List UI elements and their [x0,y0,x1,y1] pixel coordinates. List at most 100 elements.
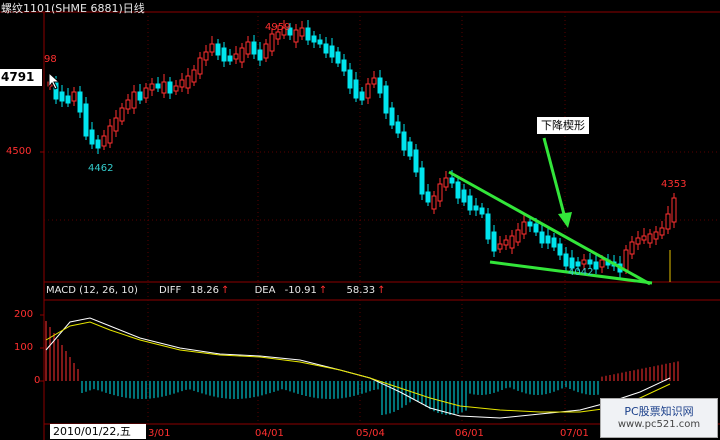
diff-label: DIFF [159,285,182,296]
candle-body [653,231,659,240]
candle-body [491,231,497,252]
cursor-date-box: 2010/01/22,五 [50,424,146,439]
candle-body [473,205,479,211]
candle-body [143,87,149,99]
candle-body [65,95,71,104]
macd-tick-0: 0 [34,375,41,386]
candle-body [401,131,407,151]
candle-body [323,43,329,54]
macd-dea-line [45,321,671,413]
candle-body [527,221,533,227]
candle-body [353,79,359,99]
candle-body [665,213,671,230]
candle-body [89,129,95,145]
dea-value: -10.91 [284,285,317,296]
candle-body [461,189,467,203]
macd-tick-200: 200 [14,309,34,320]
candle-body [437,183,443,202]
candle-body [311,35,317,43]
current-price-box: 4791 [0,69,42,86]
candle-body [83,103,89,137]
wedge-upper-line [448,170,651,286]
candle-body [539,231,545,244]
candles [47,20,677,278]
wedge-arrow-shaft [542,137,568,223]
macd-diff-line [45,317,671,419]
candle-body [221,47,227,62]
candle-body [497,243,503,250]
candle-body [197,57,203,75]
candle-body [515,229,521,243]
candle-body [59,91,65,102]
candle-body [77,91,83,113]
candle-body [383,85,389,114]
candle-body [275,31,281,40]
candle-body [389,107,395,126]
candle-body [371,77,377,85]
candle-body [533,223,539,233]
candle-body [101,135,107,147]
candle-body [245,41,251,55]
macd-histogram [45,321,679,415]
candle-body [521,221,527,235]
dea-label: DEA [254,285,276,296]
candle-body [581,259,587,265]
candle-body [269,33,275,52]
candle-body [167,81,173,94]
candle-body [647,233,653,244]
watermark-line1: PC股票知识网 [624,405,694,418]
candle-body [251,41,257,55]
candle-body [635,237,641,245]
candle-body [233,53,239,60]
candle-body [191,69,197,83]
candle-body [203,51,209,61]
window-title: 螺纹1101(SHME 6881)日线 [1,2,145,15]
candle-body [161,81,167,94]
grid-dots [44,12,720,424]
candle-body [119,107,125,122]
candle-body [149,83,155,91]
candle-body [95,139,101,149]
candle-body [347,69,353,89]
candle-body [545,235,551,244]
candle-body [131,91,137,109]
candle-body [629,241,635,255]
candle-body [335,51,341,64]
x-label-2: 05/04 [356,428,385,439]
candle-body [431,195,437,210]
candlestick-chart[interactable] [0,0,720,440]
candle-body [113,117,119,132]
candle-body [239,47,245,63]
candle-body [659,227,665,236]
annotation-low-left: 4462 [88,163,114,174]
candle-body [173,85,179,92]
candle-body [227,55,233,62]
candle-body [467,195,473,211]
candle-body [299,27,305,37]
candle-body [587,259,593,265]
candle-body [329,45,335,58]
candle-body [425,191,431,203]
candle-body [593,261,599,270]
candle-body [641,235,647,241]
candle-body [305,27,311,41]
candle-body [341,59,347,72]
x-label-0: 3/01 [148,428,171,439]
mouse-cursor-icon [48,72,60,90]
x-label-1: 04/01 [255,428,284,439]
macd-tick-100: 100 [14,342,34,353]
candle-body [359,91,365,101]
price-tick-4500: 4500 [6,146,32,157]
watermark-line2: www.pc521.com [617,419,701,430]
candle-body [671,197,677,223]
candle-body [317,39,323,45]
candle-body [257,49,263,61]
candle-body [623,249,629,271]
candle-body [419,167,425,195]
watermark-logo: PC股票知识网 www.pc521.com [600,398,718,438]
annotation-recent: 4353 [661,179,687,190]
candle-body [155,83,161,89]
chart-window[interactable]: 螺纹1101(SHME 6881)日线 4791 4500 200 100 0 … [0,0,720,440]
candle-body [407,141,413,157]
pattern-label: 下降楔形 [537,117,589,134]
